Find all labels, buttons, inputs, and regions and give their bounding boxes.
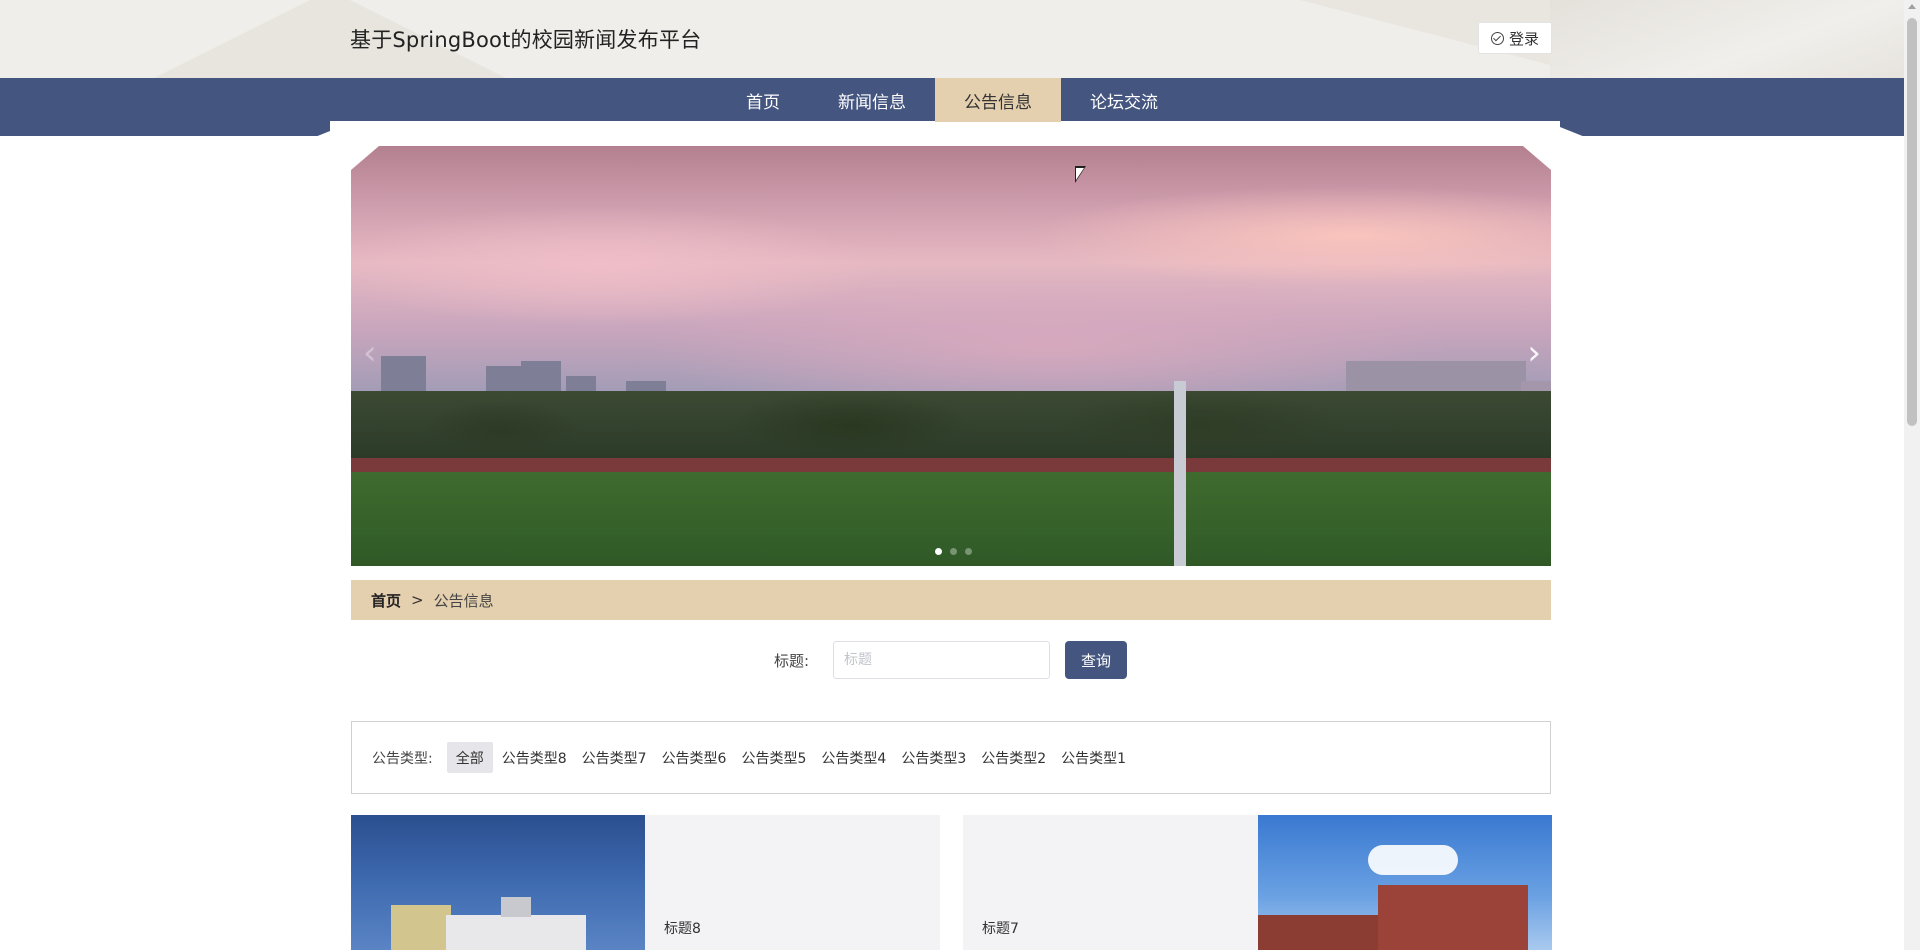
carousel-prev-icon[interactable]: ‹ <box>363 336 377 370</box>
carousel-dot[interactable] <box>950 548 957 555</box>
type-filter: 公告类型: 全部 公告类型8 公告类型7 公告类型6 公告类型5 公告类型4 公… <box>351 721 1551 794</box>
login-button[interactable]: 登录 <box>1478 22 1552 54</box>
carousel-image-trees <box>351 391 1551 461</box>
type-filter-item[interactable]: 公告类型5 <box>735 742 812 773</box>
card-image <box>351 815 645 950</box>
type-filter-item[interactable]: 公告类型8 <box>496 742 573 773</box>
nav-item-announcements[interactable]: 公告信息 <box>935 78 1061 122</box>
card-image <box>1258 815 1552 950</box>
search-label: 标题: <box>774 652 810 670</box>
page-scrollbar[interactable] <box>1904 0 1920 950</box>
title-search-input[interactable] <box>833 641 1050 679</box>
site-title: 基于SpringBoot的校园新闻发布平台 <box>350 28 702 52</box>
scroll-up-icon[interactable] <box>1908 4 1916 9</box>
card-title: 标题7 <box>982 921 1019 937</box>
carousel-next-icon[interactable]: › <box>1527 336 1541 370</box>
nav-item-forum[interactable]: 论坛交流 <box>1061 78 1187 122</box>
nav-bottom-strip <box>330 121 1560 136</box>
nav-item-home[interactable]: 首页 <box>717 78 809 122</box>
breadcrumb-separator: > <box>411 591 424 609</box>
type-filter-label: 公告类型: <box>372 750 433 767</box>
type-filter-item[interactable]: 公告类型4 <box>815 742 892 773</box>
nav-wedge <box>315 121 355 137</box>
type-filter-item[interactable]: 公告类型3 <box>895 742 972 773</box>
type-filter-item[interactable]: 公告类型2 <box>975 742 1052 773</box>
header-facet <box>1550 0 1904 78</box>
carousel-dot[interactable] <box>965 548 972 555</box>
carousel-image-pole <box>1174 381 1186 566</box>
check-circle-icon <box>1490 31 1504 45</box>
card-title: 标题8 <box>664 921 701 937</box>
type-filter-item[interactable]: 公告类型6 <box>656 742 733 773</box>
type-filter-item[interactable]: 公告类型1 <box>1055 742 1132 773</box>
header-background <box>0 0 1904 78</box>
carousel-dot[interactable] <box>935 548 942 555</box>
carousel-indicators <box>935 548 972 555</box>
breadcrumb: 首页 > 公告信息 <box>351 580 1551 620</box>
nav-menu: 首页 新闻信息 公告信息 论坛交流 <box>0 78 1904 122</box>
login-label: 登录 <box>1508 29 1539 48</box>
search-button[interactable]: 查询 <box>1065 641 1127 679</box>
nav-wedge <box>1545 121 1585 137</box>
announcement-card[interactable]: 标题7 <box>963 815 1552 950</box>
banner-carousel[interactable]: ‹ › <box>351 146 1551 566</box>
breadcrumb-home[interactable]: 首页 <box>371 590 401 611</box>
type-filter-item[interactable]: 全部 <box>446 742 493 773</box>
breadcrumb-current: 公告信息 <box>433 591 494 610</box>
announcement-card[interactable]: 标题8 <box>351 815 940 950</box>
mouse-cursor-icon <box>1075 166 1086 183</box>
type-filter-item[interactable]: 公告类型7 <box>576 742 653 773</box>
scrollbar-thumb[interactable] <box>1907 18 1917 426</box>
nav-item-news[interactable]: 新闻信息 <box>809 78 935 122</box>
